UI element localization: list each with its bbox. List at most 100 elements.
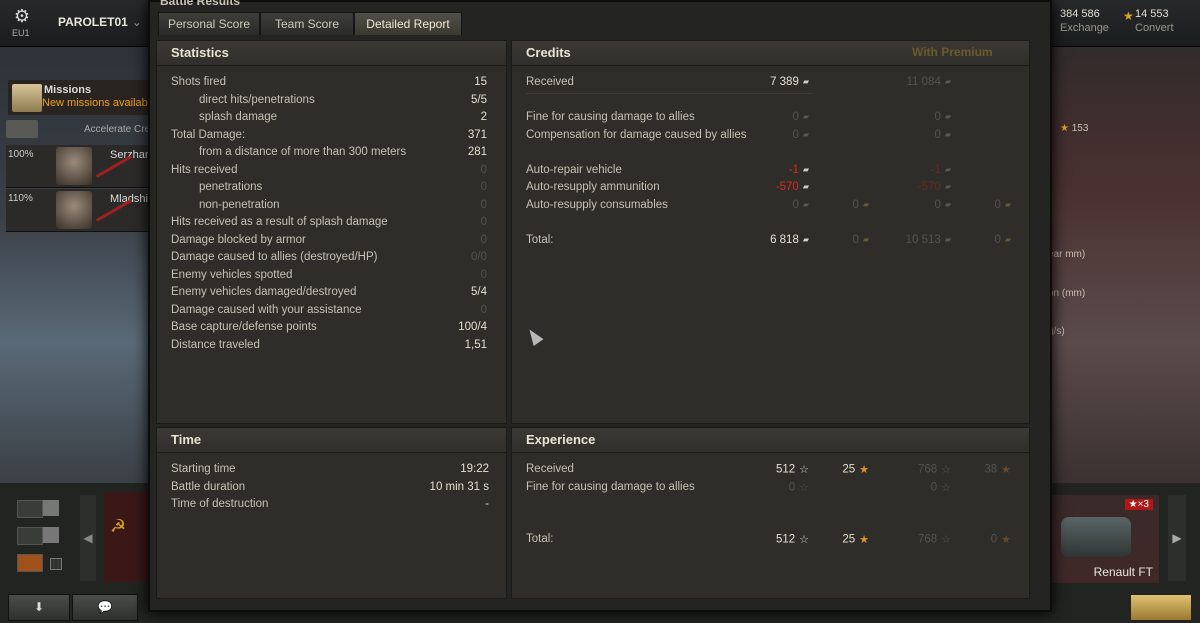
battle-button[interactable] xyxy=(1130,594,1192,621)
premium-credits-value: 10 513 ▰ xyxy=(906,234,951,246)
credits-icon: ▰ xyxy=(944,77,951,87)
row-value: 15 xyxy=(474,76,487,88)
row-label: splash damage xyxy=(199,111,277,123)
tank-carousel-slot[interactable]: ★×3 Renault FT xyxy=(1050,494,1160,584)
exchange-link[interactable]: Exchange xyxy=(1060,22,1109,34)
row-label: Damage caused with your assistance xyxy=(171,303,362,316)
value-text: 0 xyxy=(792,199,799,211)
accelerate-crew-row[interactable]: Accelerate Crev xyxy=(6,120,155,140)
divider xyxy=(526,93,812,94)
value-text: 0 xyxy=(994,234,1001,246)
credits-value: 0 ▰ xyxy=(792,199,809,211)
ussr-flag-icon: ☭ xyxy=(110,516,127,536)
row-label: Fine for causing damage to allies xyxy=(526,481,695,493)
dropdown-button[interactable] xyxy=(43,527,59,543)
row-value: 5/5 xyxy=(471,93,487,106)
carousel-right-arrow[interactable]: ▶ xyxy=(1168,495,1186,581)
value-text: -570 xyxy=(917,181,941,193)
accelerate-crew-label: Accelerate Crev xyxy=(84,124,156,135)
credits-icon: ▰ xyxy=(944,182,951,192)
dropdown-button[interactable] xyxy=(43,500,59,516)
filter-checkbox[interactable] xyxy=(50,558,62,570)
free-xp-value: 25 ★ xyxy=(842,533,869,546)
globe-filter-button[interactable] xyxy=(17,500,43,518)
player-name-text: PAROLET01 xyxy=(58,15,128,29)
time-row: Starting time 19:22 xyxy=(157,463,506,480)
premium-credits-value: 0 ▰ xyxy=(934,199,951,211)
row-value: 2 xyxy=(480,111,487,123)
tank-name: Renault FT xyxy=(1093,565,1153,579)
row-value: 5/4 xyxy=(471,286,487,298)
row-label: Auto-resupply ammunition xyxy=(526,181,660,193)
silver-balance[interactable]: 384 586 Exchange xyxy=(1060,8,1109,34)
value-text: -570 xyxy=(775,181,799,193)
free-xp-star-icon: ★ xyxy=(1001,534,1011,546)
row-label: Total: xyxy=(526,234,554,246)
row-value: 1,51 xyxy=(464,338,487,351)
statistics-row: penetrations 0 xyxy=(157,181,506,198)
crew-skill-pct: 110% xyxy=(8,193,33,204)
gold-value: 14 553 xyxy=(1135,8,1169,20)
row-value: 0 xyxy=(480,303,487,316)
xp-value: 512 ☆ xyxy=(776,533,809,546)
crew-toggle-button[interactable] xyxy=(6,120,38,138)
crew-skill-pct: 100% xyxy=(8,149,34,160)
value-text: 11 084 xyxy=(906,76,941,88)
xp-total-row: Total: 512 ☆ 25 ★ 768 ☆ 0 ★ xyxy=(512,533,1029,550)
xp-star-icon: ☆ xyxy=(799,482,809,494)
value-text: 0 xyxy=(792,129,799,141)
xp-value: 0 ☆ xyxy=(789,481,809,494)
download-button[interactable]: ⬇ xyxy=(8,594,70,621)
free-xp-star-icon: ★ xyxy=(1001,464,1011,476)
gold-balance[interactable]: 14 553 Convert xyxy=(1135,8,1174,34)
crew-member[interactable]: 100% Serzhan xyxy=(6,145,151,188)
row-label: Hits received as a result of splash dama… xyxy=(171,216,388,228)
tab-team-score[interactable]: Team Score xyxy=(260,12,354,35)
row-value: 0 xyxy=(480,163,487,176)
premium-gold-value: 0 ▰ xyxy=(994,199,1011,211)
credits-header: Credits With Premium xyxy=(512,41,1029,66)
premium-credits-value: 0 ▰ xyxy=(934,129,951,141)
credits-icon: ▰ xyxy=(802,165,809,175)
premium-free-xp-value: 38 ★ xyxy=(984,463,1011,476)
player-name[interactable]: PAROLET01 ⌄ xyxy=(58,15,142,29)
gold-value: 0 ▰ xyxy=(852,199,869,211)
window-title: Battle Results xyxy=(160,0,241,8)
crew-member[interactable]: 110% Mladshi xyxy=(6,189,150,232)
settings-gear-icon[interactable]: ⚙ xyxy=(10,6,34,27)
value-text: -1 xyxy=(788,164,799,176)
statistics-row: Hits received 0 xyxy=(157,164,506,181)
credits-icon: ▰ xyxy=(944,235,951,245)
row-label: non-penetration xyxy=(199,198,280,211)
premium-filter-button[interactable] xyxy=(17,554,43,572)
credits-value: -1 ▰ xyxy=(789,164,809,176)
tab-detailed-report[interactable]: Detailed Report xyxy=(354,12,462,35)
premium-gold-value: 0 ▰ xyxy=(994,234,1011,246)
credits-icon: ▰ xyxy=(802,182,809,192)
tank-carousel-slot[interactable]: ☭ xyxy=(104,492,150,582)
tab-personal-score[interactable]: Personal Score xyxy=(158,12,260,35)
time-row: Battle duration 10 min 31 s xyxy=(157,481,506,498)
value-text: 10 513 xyxy=(905,234,941,246)
free-xp-value: 25 ★ xyxy=(842,463,869,476)
tank-image xyxy=(1061,517,1131,557)
statistics-row: splash damage 2 xyxy=(157,111,506,128)
value-text: 0 xyxy=(852,234,859,246)
chat-button[interactable]: 💬 xyxy=(72,594,138,621)
row-value: 100/4 xyxy=(458,321,487,333)
value-text: 7 389 xyxy=(770,76,799,88)
carousel-left-arrow[interactable]: ◀ xyxy=(80,495,96,581)
value-text: 512 xyxy=(775,463,796,476)
statistics-row: Total Damage: 371 xyxy=(157,129,506,146)
row-label: Damage blocked by armor xyxy=(171,233,306,246)
type-filter-button[interactable] xyxy=(17,527,43,545)
missions-notification[interactable]: Missions New missions availabl xyxy=(8,80,150,115)
row-label: Compensation for damage caused by allies xyxy=(526,129,747,141)
row-label: Base capture/defense points xyxy=(171,321,317,333)
row-label: Shots fired xyxy=(171,76,226,88)
credits-value: 0 ▰ xyxy=(792,111,809,123)
convert-link[interactable]: Convert xyxy=(1135,22,1174,34)
credits-total-row: Total: 6 818 ▰ 0 ▰ 10 513 ▰ 0 ▰ xyxy=(512,234,1029,251)
row-label: Auto-resupply consumables xyxy=(526,199,668,211)
credits-value: -570 ▰ xyxy=(776,181,809,193)
